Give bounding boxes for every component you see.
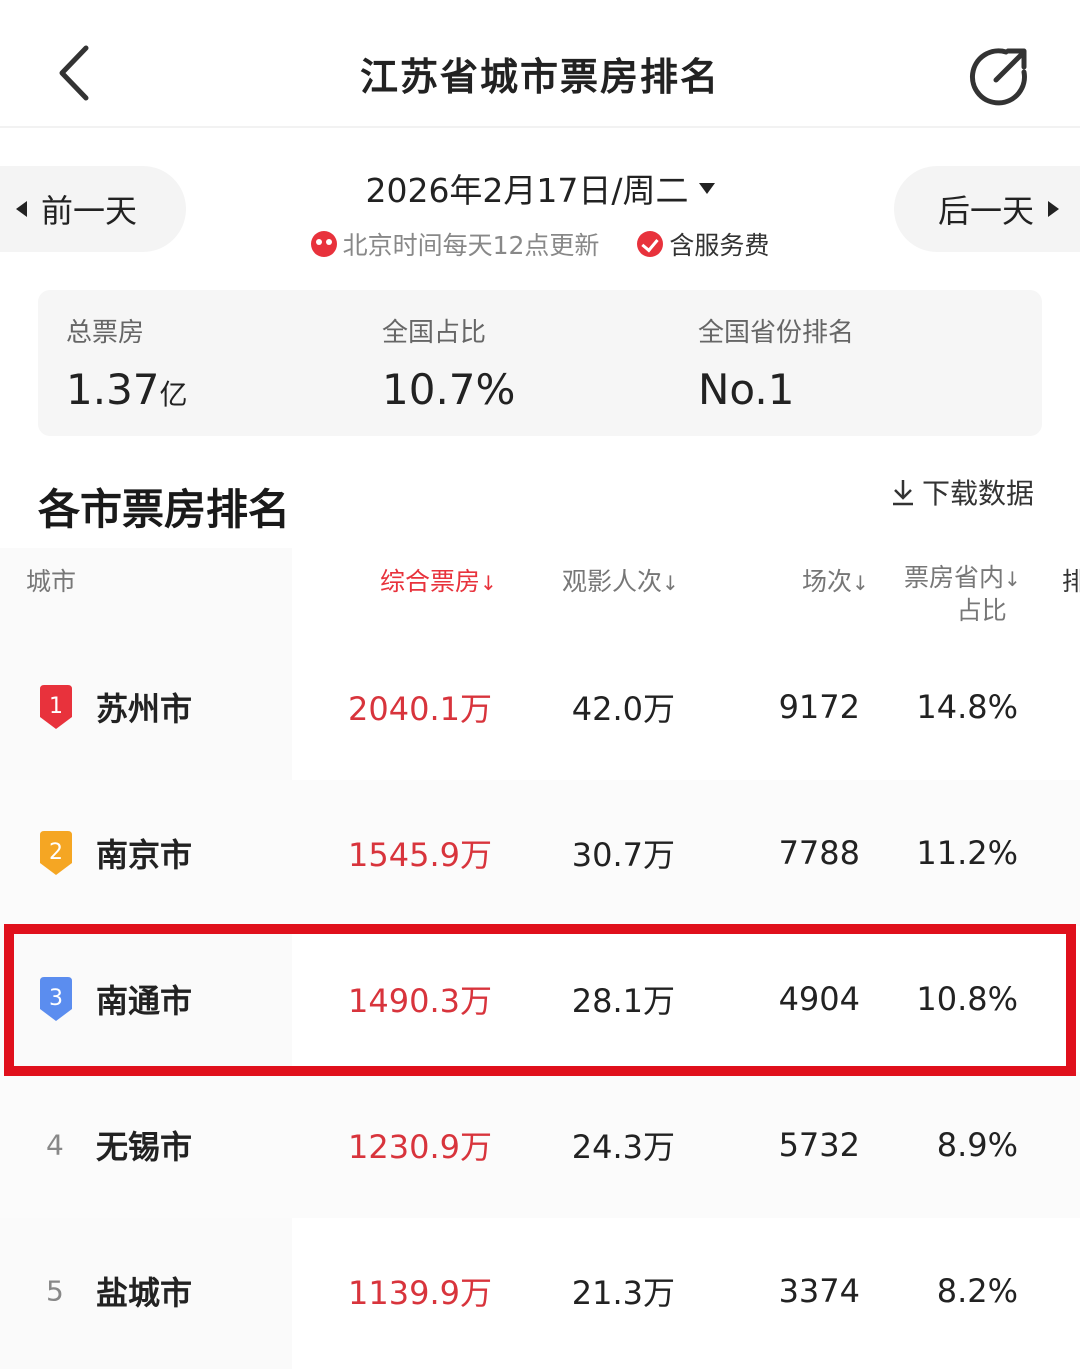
total-box-office-number: 1.37 [66,365,160,414]
next-day-button[interactable]: 后一天 [894,166,1080,252]
box-office-value: 1139.9万 [348,1274,492,1312]
shows-value: 9172 [778,688,860,726]
header-audience-label: 观影人次 [562,567,663,596]
header-box-office[interactable]: 综合票房↓ [380,562,497,598]
rank-badge-gold-icon: 1 [40,685,72,729]
header-shows-label: 场次 [802,567,853,596]
province-share-value: 14.8% [916,688,1018,726]
sort-icon: ↓ [1004,567,1021,591]
top-nav-bar: 江苏省城市票房排名 [0,0,1080,128]
sort-down-icon: ↓ [480,571,497,595]
prev-day-button[interactable]: 前一天 [0,166,186,252]
triangle-right-icon [1048,201,1060,217]
header-audience[interactable]: 观影人次↓ [562,562,679,598]
date-selector: 2026年2月17日/周二 北京时间每天12点更新 含服务费 [300,164,780,262]
city-name: 苏州市 [96,690,193,728]
table-header: 城市 综合票房↓ 观影人次↓ 场次↓ 票房省内↓ 占比 排 [0,548,1080,632]
shows-value: 5732 [778,1126,860,1164]
highlight-box [4,924,1076,1076]
page-title: 江苏省城市票房排名 [359,55,720,99]
national-share-value: 10.7% [382,365,516,414]
svg-text:2: 2 [49,840,63,865]
next-day-label: 后一天 [938,192,1035,230]
caret-down-icon [698,182,715,194]
summary-card: 总票房 1.37亿 全国占比 10.7% 全国省份排名 No.1 [38,290,1042,436]
header-box-office-label: 综合票房 [380,567,481,596]
rank-badge-silver-icon: 2 [40,831,72,875]
box-office-value: 1545.9万 [348,836,492,874]
box-office-value: 1230.9万 [348,1128,492,1166]
province-share-value: 11.2% [916,834,1018,872]
mascot-icon [310,231,337,257]
prev-day-label: 前一天 [41,192,138,230]
table-row[interactable]: 2 南京市 1545.9万 30.7万 7788 11.2% [0,780,1080,926]
download-data-label: 下载数据 [922,477,1035,510]
sort-icon: ↓ [662,571,679,595]
header-extra[interactable]: 排 [1062,562,1080,598]
header-city: 城市 [26,567,77,596]
box-office-value: 2040.1万 [348,690,492,728]
national-share-label: 全国占比 [382,318,487,348]
download-icon [893,480,913,506]
national-share-stat: 全国占比 10.7% [382,312,515,414]
total-box-office-unit: 亿 [159,378,188,411]
table-row[interactable]: 1 苏州市 2040.1万 42.0万 9172 14.8% [0,634,1080,780]
shows-value: 7788 [778,834,860,872]
province-rank-value: No.1 [698,365,795,414]
date-picker[interactable]: 2026年2月17日/周二 [365,164,715,212]
rank-number: 5 [46,1274,64,1308]
update-note-text: 北京时间每天12点更新 [342,231,600,260]
download-data-button[interactable]: 下载数据 [890,472,1034,512]
triangle-left-icon [16,201,27,217]
audience-value: 30.7万 [571,836,675,874]
audience-value: 24.3万 [571,1128,675,1166]
section-title: 各市票房排名 [38,485,291,534]
table-row[interactable]: 4 无锡市 1230.9万 24.3万 5732 8.9% [0,1072,1080,1218]
total-box-office-stat: 总票房 1.37亿 [66,312,188,414]
header-province-share-line1: 票房省内 [904,563,1005,592]
province-rank-label: 全国省份排名 [698,318,855,348]
audience-value: 42.0万 [571,690,675,728]
province-share-value: 8.2% [936,1272,1018,1310]
audience-value: 21.3万 [571,1274,675,1312]
city-name: 南京市 [96,836,193,874]
service-fee-note[interactable]: 含服务费 [637,226,769,262]
check-icon [637,231,664,257]
city-name: 无锡市 [96,1128,193,1166]
sort-icon: ↓ [852,571,869,595]
city-name: 盐城市 [96,1274,193,1312]
province-share-value: 8.9% [936,1126,1018,1164]
shows-value: 3374 [778,1272,860,1310]
share-icon[interactable] [966,42,1034,110]
update-note: 北京时间每天12点更新 [310,226,600,262]
service-fee-text: 含服务费 [669,231,770,260]
total-box-office-value: 1.37亿 [66,365,188,414]
header-province-share-line2: 占比 [956,596,1007,625]
province-rank-stat: 全国省份排名 No.1 [698,312,854,414]
rank-number: 4 [46,1128,64,1162]
table-row[interactable]: 5 盐城市 1139.9万 21.3万 3374 8.2% [0,1218,1080,1364]
header-shows[interactable]: 场次↓ [802,562,869,598]
header-province-share[interactable]: 票房省内↓ 占比 [904,562,1021,626]
date-text: 2026年2月17日/周二 [365,171,689,210]
svg-text:1: 1 [49,694,63,719]
total-box-office-label: 总票房 [66,318,145,348]
